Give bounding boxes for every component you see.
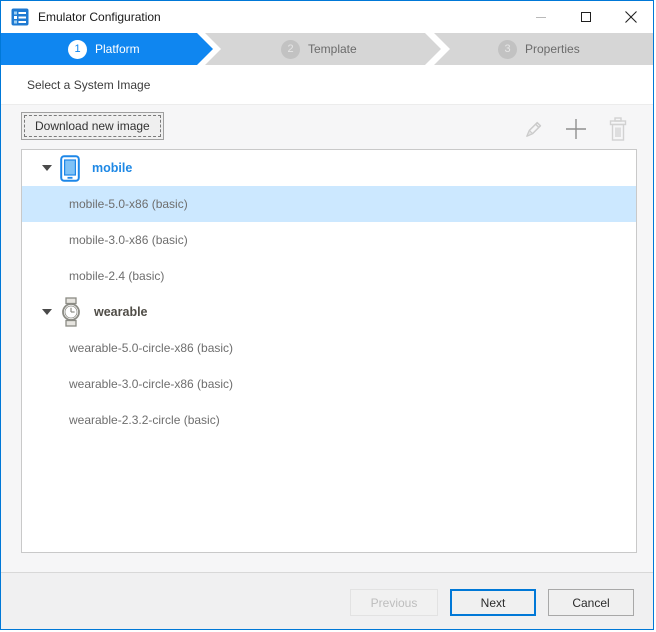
maximize-button[interactable]	[563, 1, 608, 33]
step-number-badge: 1	[68, 40, 87, 59]
maximize-icon	[581, 12, 591, 22]
item-label: mobile-2.4 (basic)	[69, 269, 164, 283]
step-platform[interactable]: 1 Platform	[1, 33, 213, 65]
section-title: Select a System Image	[27, 78, 150, 92]
tree-item-mobile-2-4[interactable]: mobile-2.4 (basic)	[22, 258, 636, 294]
item-label: wearable-5.0-circle-x86 (basic)	[69, 341, 233, 355]
close-icon	[625, 11, 637, 23]
tree-group-wearable[interactable]: wearable	[22, 294, 636, 330]
item-label: wearable-2.3.2-circle (basic)	[69, 413, 220, 427]
item-label: mobile-5.0-x86 (basic)	[69, 197, 188, 211]
chevron-down-icon[interactable]	[42, 165, 52, 171]
tree-item-wearable-3-0[interactable]: wearable-3.0-circle-x86 (basic)	[22, 366, 636, 402]
step-number-badge: 2	[281, 40, 300, 59]
item-label: wearable-3.0-circle-x86 (basic)	[69, 377, 233, 391]
tree-item-mobile-5-0[interactable]: mobile-5.0-x86 (basic)	[22, 186, 636, 222]
delete-icon	[607, 117, 629, 142]
next-button[interactable]: Next	[450, 589, 536, 616]
step-properties[interactable]: 3 Properties	[434, 33, 654, 65]
cancel-button[interactable]: Cancel	[548, 589, 634, 616]
tree-item-wearable-2-3-2[interactable]: wearable-2.3.2-circle (basic)	[22, 402, 636, 438]
phone-icon	[60, 155, 80, 182]
tree-item-wearable-5-0[interactable]: wearable-5.0-circle-x86 (basic)	[22, 330, 636, 366]
title-bar: Emulator Configuration	[1, 1, 653, 33]
emulator-configuration-window: Emulator Configuration 1 Platform 2 Temp…	[0, 0, 654, 630]
step-template[interactable]: 2 Template	[205, 33, 442, 65]
add-icon	[564, 117, 588, 141]
system-image-list: mobile mobile-5.0-x86 (basic) mobile-3.0…	[21, 149, 637, 553]
minimize-icon	[536, 17, 546, 18]
app-logo-icon	[11, 8, 29, 26]
wizard-steps: 1 Platform 2 Template 3 Properties	[1, 33, 653, 65]
window-controls	[518, 1, 653, 33]
watch-icon	[60, 297, 82, 327]
download-new-image-button[interactable]: Download new image	[21, 112, 164, 140]
add-image-button[interactable]	[563, 116, 589, 142]
footer: Previous Next Cancel	[1, 573, 653, 630]
delete-image-button[interactable]	[605, 116, 631, 142]
edit-icon	[522, 117, 546, 141]
edit-image-button[interactable]	[521, 116, 547, 142]
step-label: Properties	[525, 42, 580, 56]
previous-button[interactable]: Previous	[350, 589, 438, 616]
window-title: Emulator Configuration	[38, 10, 161, 24]
step-number-badge: 3	[498, 40, 517, 59]
step-label: Template	[308, 42, 357, 56]
group-label: wearable	[94, 305, 148, 319]
image-toolbar	[521, 116, 631, 142]
item-label: mobile-3.0-x86 (basic)	[69, 233, 188, 247]
chevron-down-icon[interactable]	[42, 309, 52, 315]
tree-group-mobile[interactable]: mobile	[22, 150, 636, 186]
step-label: Platform	[95, 42, 140, 56]
section-header: Select a System Image	[1, 65, 653, 105]
minimize-button[interactable]	[518, 1, 563, 33]
content-area: Download new image	[1, 105, 653, 572]
tree-item-mobile-3-0[interactable]: mobile-3.0-x86 (basic)	[22, 222, 636, 258]
close-button[interactable]	[608, 1, 653, 33]
group-label: mobile	[92, 161, 132, 175]
